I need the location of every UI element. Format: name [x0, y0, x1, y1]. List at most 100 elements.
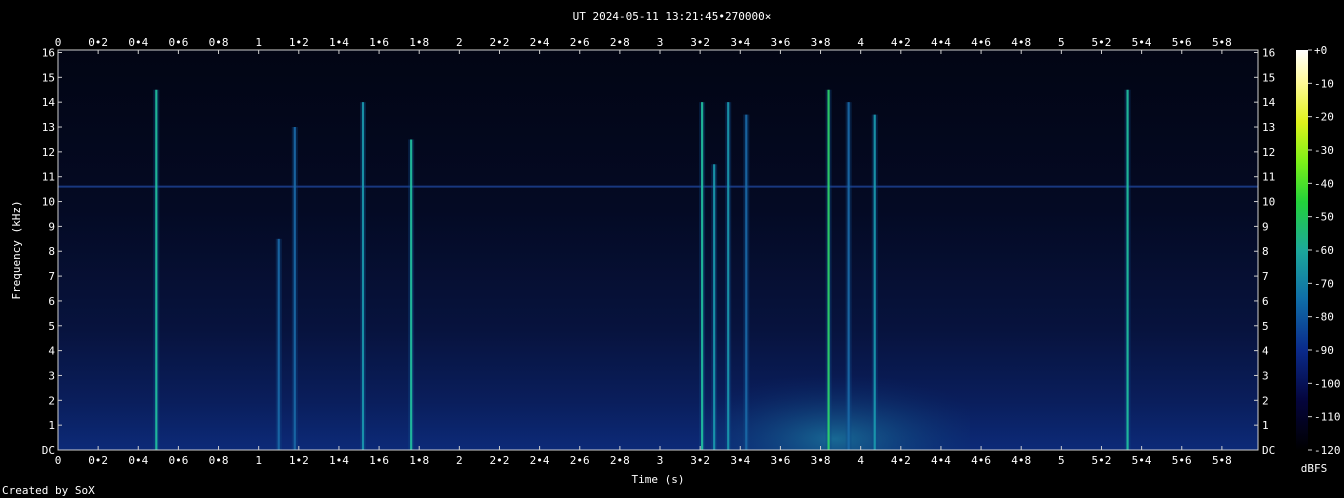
x-tick-top-label: 4•6	[971, 36, 991, 49]
x-tick-top-label: 1•8	[409, 36, 429, 49]
x-tick-top-label: 5	[1058, 36, 1065, 49]
y-tick-left-label: 8	[48, 245, 55, 258]
x-tick-bottom-label: 3•8	[811, 454, 831, 467]
x-tick-top-label: 2•2	[490, 36, 510, 49]
x-tick-top-label: 2•4	[530, 36, 550, 49]
y-tick-right-label: 8	[1262, 245, 1269, 258]
y-tick-left-label: 4	[48, 345, 55, 358]
colorbar-gradient	[1296, 50, 1308, 450]
colorbar-tick-label: -20	[1314, 111, 1334, 124]
x-tick-top-label: 1•4	[329, 36, 349, 49]
y-tick-right-label: 6	[1262, 295, 1269, 308]
x-tick-bottom-label: 0•8	[209, 454, 229, 467]
colorbar-tick-label: -100	[1314, 377, 1341, 390]
x-tick-bottom-label: 0•4	[128, 454, 148, 467]
colorbar-tick-label: -40	[1314, 177, 1334, 190]
y-tick-right-label: 7	[1262, 270, 1269, 283]
spectrogram-chart: UT 2024-05-11 13:21:45•270000× 0 0•2 0•4 0•…	[2, 10, 1341, 497]
x-tick-top-label: 1•6	[369, 36, 389, 49]
spectrogram-background	[58, 50, 1258, 450]
x-tick-bottom-label: 1	[255, 454, 262, 467]
x-tick-bottom-label: 0	[55, 454, 62, 467]
x-tick-top-label: 5•8	[1212, 36, 1232, 49]
x-tick-top-label: 0•4	[128, 36, 148, 49]
x-tick-top-label: 2•8	[610, 36, 630, 49]
colorbar-tick-label: -30	[1314, 144, 1334, 157]
x-tick-top-label: 4•8	[1011, 36, 1031, 49]
x-tick-top-label: 0•2	[88, 36, 108, 49]
y-tick-right-label: 15	[1262, 71, 1275, 84]
x-tick-top-label: 3•4	[730, 36, 750, 49]
y-tick-right-label: 12	[1262, 146, 1275, 159]
x-tick-top-label: 2•6	[570, 36, 590, 49]
x-tick-bottom-label: 3•6	[770, 454, 790, 467]
colorbar-tick-label: -70	[1314, 277, 1334, 290]
y-tick-right-label: DC	[1262, 444, 1275, 457]
y-tick-left-label: 3	[48, 369, 55, 382]
x-tick-top-label: 3•6	[770, 36, 790, 49]
y-tick-right-label: 13	[1262, 121, 1275, 134]
y-tick-left-label: 10	[42, 196, 55, 209]
y-tick-right-label: 16	[1262, 46, 1275, 59]
x-axis-label: Time (s)	[632, 473, 685, 486]
x-tick-bottom-label: 3•4	[730, 454, 750, 467]
x-tick-bottom-label: 5	[1058, 454, 1065, 467]
x-tick-bottom-label: 2•2	[490, 454, 510, 467]
y-tick-right-label: 5	[1262, 320, 1269, 333]
x-tick-bottom-label: 0•2	[88, 454, 108, 467]
x-tick-top-label: 4•2	[891, 36, 911, 49]
y-tick-left-label: 1	[48, 419, 55, 432]
x-tick-bottom-label: 2•6	[570, 454, 590, 467]
x-tick-top-label: 5•2	[1092, 36, 1112, 49]
colorbar-tick-label: -120	[1314, 444, 1341, 457]
y-tick-left-label: 7	[48, 270, 55, 283]
x-tick-top-label: 4•4	[931, 36, 951, 49]
x-tick-top-label: 5•6	[1172, 36, 1192, 49]
x-tick-top-label: 0•6	[168, 36, 188, 49]
sox-credit: Created by SoX	[2, 484, 95, 497]
x-tick-bottom-label: 3•2	[690, 454, 710, 467]
x-tick-bottom-label: 4•6	[971, 454, 991, 467]
x-tick-bottom-label: 2	[456, 454, 463, 467]
x-tick-top-label: 4	[857, 36, 864, 49]
y-tick-left-label: 9	[48, 220, 55, 233]
x-tick-bottom-label: 2•8	[610, 454, 630, 467]
y-tick-left-label: 15	[42, 71, 55, 84]
x-tick-top-label: 1•2	[289, 36, 309, 49]
colorbar-label: dBFS	[1301, 462, 1328, 475]
y-tick-left-label: 6	[48, 295, 55, 308]
x-tick-bottom-label: 1•8	[409, 454, 429, 467]
y-tick-left-label: 14	[42, 96, 56, 109]
y-tick-left-label: 13	[42, 121, 55, 134]
y-axis-label: Frequency (kHz)	[10, 200, 23, 299]
y-tick-right-label: 3	[1262, 369, 1269, 382]
x-tick-bottom-label: 4	[857, 454, 864, 467]
x-tick-bottom-label: 1•2	[289, 454, 309, 467]
x-tick-top-label: 3•8	[811, 36, 831, 49]
plot-area	[57, 49, 1259, 451]
x-tick-bottom-label: 1•6	[369, 454, 389, 467]
chart-title: UT 2024-05-11 13:21:45•270000×	[573, 10, 772, 23]
colorbar-tick-label: -80	[1314, 311, 1334, 324]
x-tick-top-label: 3	[657, 36, 664, 49]
x-tick-bottom-label: 4•4	[931, 454, 951, 467]
y-tick-right-label: 11	[1262, 171, 1275, 184]
y-tick-left-label: 2	[48, 394, 55, 407]
colorbar: +0 -10 -20 -30 -40 -50 -60 -70 -80 -90 -100 -110 -12…	[1296, 44, 1341, 475]
x-tick-bottom-label: 5•8	[1212, 454, 1232, 467]
x-tick-top-label: 3•2	[690, 36, 710, 49]
colorbar-tick-label: -60	[1314, 244, 1334, 257]
y-tick-left-label: 5	[48, 320, 55, 333]
colorbar-tick-label: -10	[1314, 77, 1334, 90]
x-tick-bottom-label: 3	[657, 454, 664, 467]
y-tick-right-label: 2	[1262, 394, 1269, 407]
colorbar-tick-label: -50	[1314, 211, 1334, 224]
y-tick-left-label: 12	[42, 146, 55, 159]
x-tick-top-label: 0	[55, 36, 62, 49]
x-tick-top-label: 5•4	[1132, 36, 1152, 49]
x-tick-bottom-label: 4•8	[1011, 454, 1031, 467]
y-tick-left-label: 16	[42, 46, 55, 59]
x-tick-bottom-label: 5•4	[1132, 454, 1152, 467]
y-tick-right-label: 4	[1262, 345, 1269, 358]
x-tick-bottom-label: 2•4	[530, 454, 550, 467]
